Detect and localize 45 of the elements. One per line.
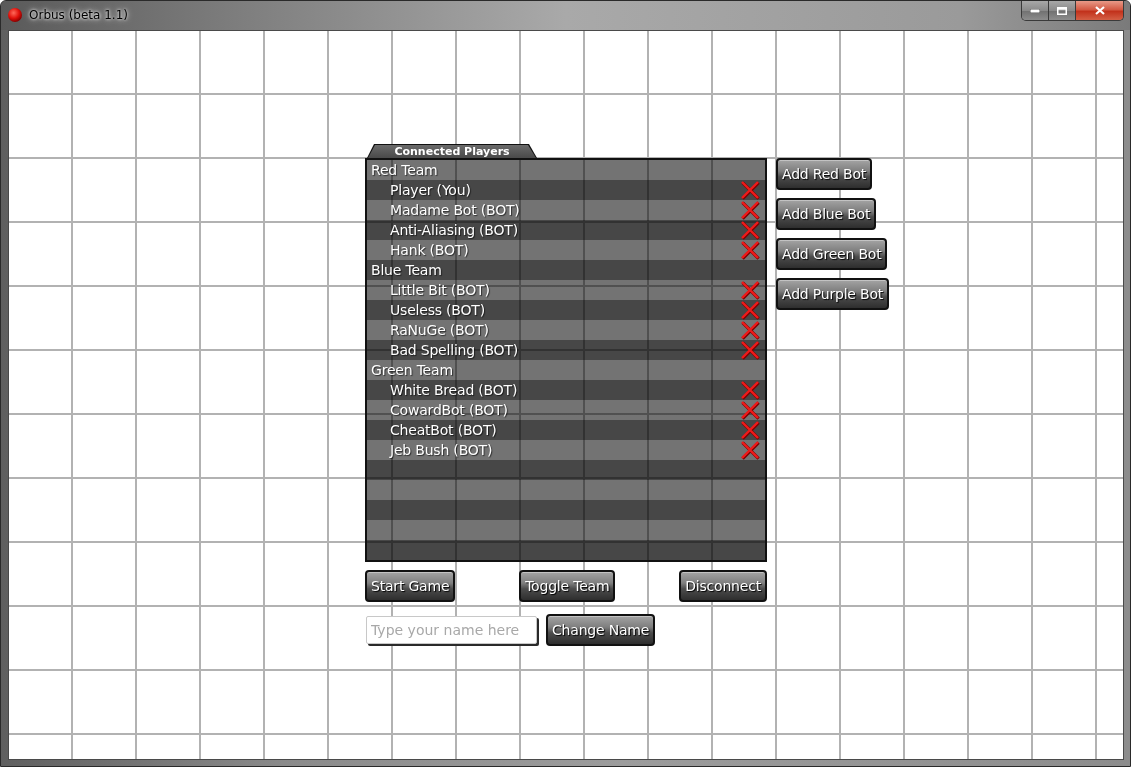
cross-icon[interactable] — [740, 380, 760, 400]
team-name: Blue Team — [370, 261, 442, 279]
player-name: Little Bit (BOT) — [389, 281, 490, 299]
player-name: Madame Bot (BOT) — [389, 201, 520, 219]
close-button[interactable] — [1076, 1, 1123, 20]
add-bot-button[interactable]: Add Purple Bot — [776, 278, 890, 310]
player-name: Hank (BOT) — [389, 241, 469, 259]
cross-icon[interactable] — [740, 400, 760, 420]
player-name: Player (You) — [389, 181, 471, 199]
player-name: Jeb Bush (BOT) — [388, 441, 493, 459]
minimize-button[interactable] — [1022, 1, 1049, 20]
window-title: Orbus (beta 1.1) — [29, 8, 128, 23]
team-name: Red Team — [370, 161, 438, 179]
minimize-icon — [1030, 8, 1040, 13]
cross-icon[interactable] — [740, 340, 760, 360]
start-game-button[interactable]: Start Game — [365, 570, 456, 602]
player-name: RaNuGe (BOT) — [389, 321, 489, 339]
panel-header: Connected Players — [367, 144, 537, 158]
player-name: Useless (BOT) — [389, 301, 485, 319]
disconnect-button[interactable]: Disconnect — [679, 570, 767, 602]
team-name: Green Team — [370, 361, 453, 379]
cross-icon[interactable] — [740, 180, 760, 200]
maximize-button[interactable] — [1049, 1, 1076, 20]
cross-icon[interactable] — [740, 280, 760, 300]
name-input[interactable]: Type your name here — [366, 616, 537, 644]
maximize-icon — [1057, 6, 1067, 15]
toggle-team-button[interactable]: Toggle Team — [519, 570, 616, 602]
add-bot-button[interactable]: Add Blue Bot — [776, 198, 877, 230]
cross-icon[interactable] — [740, 300, 760, 320]
cross-icon[interactable] — [740, 240, 760, 260]
cross-icon[interactable] — [740, 220, 760, 240]
player-name: Anti-Aliasing (BOT) — [389, 221, 518, 239]
add-bot-button[interactable]: Add Red Bot — [776, 158, 873, 190]
change-name-button[interactable]: Change Name — [546, 614, 656, 646]
cross-icon[interactable] — [740, 320, 760, 340]
add-bot-button[interactable]: Add Green Bot — [776, 238, 888, 270]
player-name: Bad Spelling (BOT) — [389, 341, 519, 359]
close-icon — [1094, 6, 1105, 15]
cross-icon[interactable] — [740, 420, 760, 440]
cross-icon[interactable] — [740, 440, 760, 460]
player-name: CowardBot (BOT) — [389, 401, 508, 419]
cross-icon[interactable] — [740, 200, 760, 220]
player-name: White Bread (BOT) — [389, 381, 518, 399]
circle-icon — [8, 8, 22, 22]
player-name: CheatBot (BOT) — [389, 421, 497, 439]
